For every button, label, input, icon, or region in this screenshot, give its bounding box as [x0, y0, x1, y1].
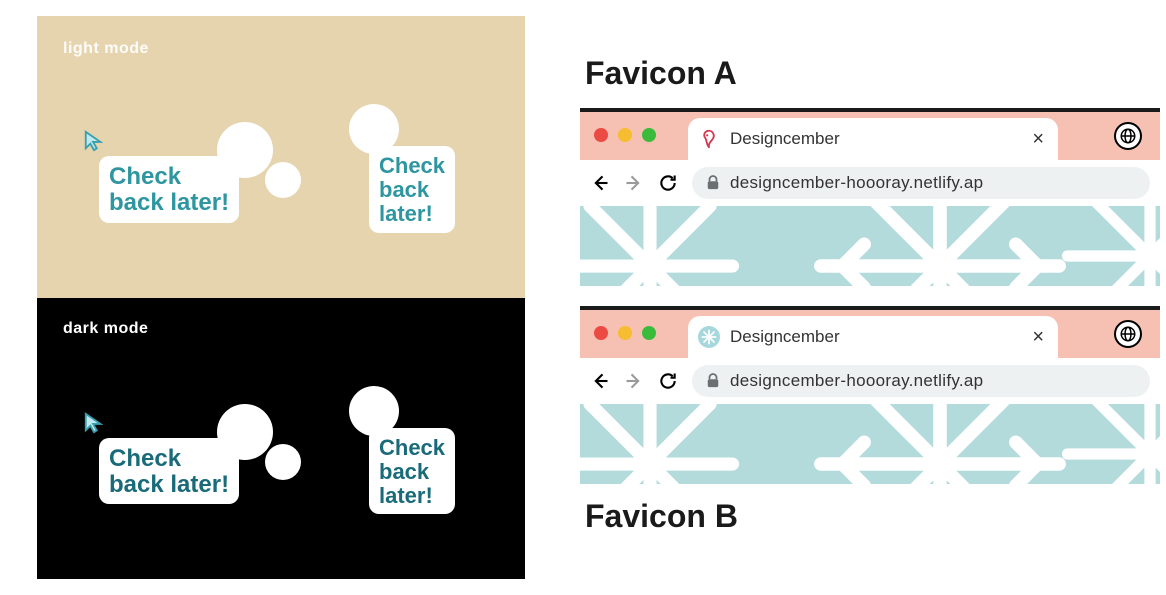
tab-close-icon[interactable]: ×: [1032, 128, 1044, 151]
url-text: designcember-hoooray.netlify.ap: [730, 371, 983, 391]
traffic-close-icon[interactable]: [594, 128, 608, 142]
forward-icon[interactable]: [624, 173, 644, 193]
browser-tab[interactable]: Designcember ×: [688, 118, 1058, 160]
light-mode-label: light mode: [63, 40, 149, 58]
url-text: designcember-hoooray.netlify.ap: [730, 173, 983, 193]
tooltip-line2: back later!: [109, 189, 229, 216]
cursor-icon: [83, 412, 105, 434]
nav-toolbar: designcember-hoooray.netlify.ap: [580, 160, 1160, 206]
profile-globe-icon[interactable]: [1114, 122, 1142, 150]
browser-mock-a: Designcember × designcember-hoooray.netl…: [580, 108, 1160, 286]
browser-mock-b: Designcember × designcember-hoooray.netl…: [580, 306, 1160, 484]
tooltip-demo-panel: light mode Checkback later! Checkbacklat…: [37, 16, 525, 579]
page-snowflake-icon: [1060, 206, 1160, 286]
snowflake-large-icon: [223, 128, 267, 177]
tooltip-bubble-large: Checkback later!: [99, 438, 239, 505]
snowflake-large-icon: [223, 410, 267, 459]
tooltip-bubble-small: Checkbacklater!: [369, 428, 455, 515]
window-controls: [594, 128, 656, 142]
tooltip-s-line3: later!: [379, 483, 433, 508]
snowflake-small-icon: [269, 448, 297, 481]
tooltip-bubble-large: Checkback later!: [99, 156, 239, 223]
back-icon[interactable]: [590, 173, 610, 193]
page-snowflake-icon: [810, 206, 1070, 286]
page-snowflake-icon: [580, 206, 740, 286]
tab-title: Designcember: [730, 129, 1032, 149]
forward-icon[interactable]: [624, 371, 644, 391]
browser-tab[interactable]: Designcember ×: [688, 316, 1058, 358]
page-content: [580, 404, 1160, 484]
tooltip-s-line3: later!: [379, 201, 433, 226]
tab-title: Designcember: [730, 327, 1032, 347]
dark-mode-label: dark mode: [63, 320, 148, 338]
tooltip-line1: Check: [109, 163, 181, 190]
traffic-max-icon[interactable]: [642, 326, 656, 340]
favicon-b-heading: Favicon B: [585, 498, 1166, 535]
tab-strip: Designcember ×: [580, 310, 1160, 358]
favicon-a-icon: [698, 128, 720, 150]
reload-icon[interactable]: [658, 173, 678, 193]
page-snowflake-icon: [580, 404, 740, 484]
page-snowflake-icon: [1060, 404, 1160, 484]
dark-mode-pane: dark mode Checkback later! Checkbacklate…: [37, 298, 525, 580]
light-mode-pane: light mode Checkback later! Checkbacklat…: [37, 16, 525, 298]
url-bar[interactable]: designcember-hoooray.netlify.ap: [692, 365, 1150, 397]
traffic-min-icon[interactable]: [618, 326, 632, 340]
url-bar[interactable]: designcember-hoooray.netlify.ap: [692, 167, 1150, 199]
tooltip-s-line1: Check: [379, 153, 445, 178]
favicon-b-icon: [698, 326, 720, 348]
back-icon[interactable]: [590, 371, 610, 391]
traffic-min-icon[interactable]: [618, 128, 632, 142]
tooltip-line1: Check: [109, 445, 181, 472]
cursor-icon: [83, 130, 105, 152]
reload-icon[interactable]: [658, 371, 678, 391]
tooltip-s-line1: Check: [379, 435, 445, 460]
page-content: [580, 206, 1160, 286]
tooltip-bubble-small: Checkbacklater!: [369, 146, 455, 233]
window-controls: [594, 326, 656, 340]
tooltip-s-line2: back: [379, 177, 429, 202]
tooltip-line2: back later!: [109, 471, 229, 498]
profile-globe-icon[interactable]: [1114, 320, 1142, 348]
tab-close-icon[interactable]: ×: [1032, 326, 1044, 349]
traffic-close-icon[interactable]: [594, 326, 608, 340]
page-snowflake-icon: [810, 404, 1070, 484]
lock-icon: [706, 373, 720, 389]
nav-toolbar: designcember-hoooray.netlify.ap: [580, 358, 1160, 404]
lock-icon: [706, 175, 720, 191]
favicon-a-heading: Favicon A: [585, 55, 1166, 92]
snowflake-small-icon: [269, 166, 297, 199]
tooltip-s-line2: back: [379, 459, 429, 484]
tab-strip: Designcember ×: [580, 112, 1160, 160]
traffic-max-icon[interactable]: [642, 128, 656, 142]
